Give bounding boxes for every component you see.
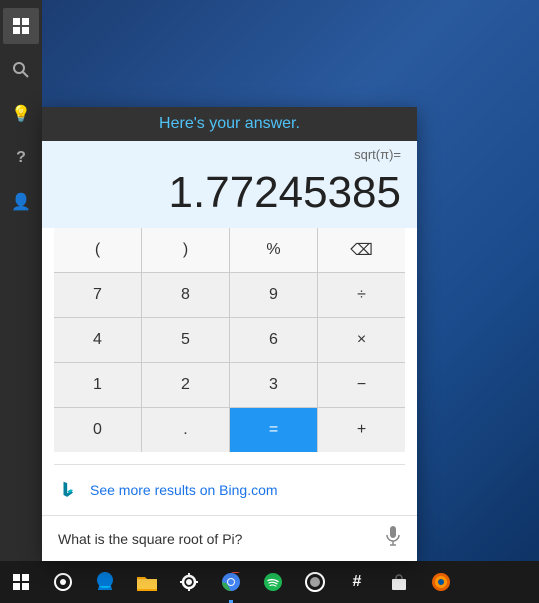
folder-icon [137,573,157,591]
bing-link[interactable]: See more results on Bing.com [42,465,417,515]
sidebar: 💡 ? 👤 [0,0,42,561]
taskbar-discord-icon[interactable]: # [336,561,378,603]
taskbar-spotify-icon[interactable] [252,561,294,603]
hash-icon: # [353,573,362,591]
spotify-icon [263,572,283,592]
sidebar-item-person[interactable]: 👤 [3,184,39,220]
windows-logo-icon [13,574,29,590]
taskbar-edge-icon[interactable] [84,561,126,603]
calc-btn-x[interactable]: ) [142,228,229,272]
calc-btn-2[interactable]: 2 [142,363,229,407]
taskbar-settings-icon[interactable] [168,561,210,603]
firefox-icon [431,572,451,592]
popup-header: Here's your answer. [42,107,417,141]
calc-btn-x[interactable]: . [142,408,229,452]
calc-btn-8[interactable]: 8 [142,273,229,317]
bing-logo-icon [58,479,80,501]
desktop: 💡 ? 👤 Here's your answer. sqrt(π)= 1.772… [0,0,539,603]
taskbar: # [0,561,539,603]
calc-btn-x[interactable]: % [230,228,317,272]
calc-result-value: 1.77245385 [169,168,401,217]
calc-expression: sqrt(π)= [42,141,417,164]
sidebar-item-search[interactable] [3,52,39,88]
search-circle-icon [54,573,72,591]
calc-btn-6[interactable]: 6 [230,318,317,362]
search-popup: Here's your answer. sqrt(π)= 1.77245385 … [42,107,417,561]
calculator: sqrt(π)= 1.77245385 ()%⌫ 789÷ 456× 123− 0.=+ [42,141,417,464]
search-bar [42,515,417,561]
calc-btn-9[interactable]: 9 [230,273,317,317]
sidebar-item-lightbulb[interactable]: 💡 [3,96,39,132]
calc-btn-x[interactable]: = [230,408,317,452]
calc-btn-0[interactable]: 0 [54,408,141,452]
calc-result: 1.77245385 [42,164,417,228]
calc-btn-x[interactable]: + [318,408,405,452]
sidebar-item-home[interactable] [3,8,39,44]
calc-btn-3[interactable]: 3 [230,363,317,407]
popup-header-title: Here's your answer. [159,115,300,132]
gear-icon [180,573,198,591]
calc-expression-text: sqrt(π)= [354,147,401,162]
sidebar-item-help[interactable]: ? [3,140,39,176]
taskbar-start-button[interactable] [0,561,42,603]
calc-btn-x[interactable]: − [318,363,405,407]
calc-btn-x[interactable]: ÷ [318,273,405,317]
edge-icon [95,572,115,592]
calc-btn-7[interactable]: 7 [54,273,141,317]
calc-btn-5[interactable]: 5 [142,318,229,362]
calc-btn-x[interactable]: ( [54,228,141,272]
bag-icon [390,573,408,591]
calc-btn-1[interactable]: 1 [54,363,141,407]
calc-buttons: ()%⌫ 789÷ 456× 123− 0.=+ [54,228,405,452]
taskbar-chrome-icon[interactable] [210,561,252,603]
calc-btn-4[interactable]: 4 [54,318,141,362]
taskbar-firefox-icon[interactable] [420,561,462,603]
taskbar-itunes-icon[interactable] [294,561,336,603]
calc-btn-x[interactable]: × [318,318,405,362]
taskbar-search-button[interactable] [42,561,84,603]
circle-icon [305,572,325,592]
bing-link-text: See more results on Bing.com [90,482,278,498]
chrome-icon [221,572,241,592]
taskbar-explorer-icon[interactable] [126,561,168,603]
calc-btn-x[interactable]: ⌫ [318,228,405,272]
search-input[interactable] [58,531,385,547]
taskbar-store-icon[interactable] [378,561,420,603]
mic-icon[interactable] [385,526,401,551]
